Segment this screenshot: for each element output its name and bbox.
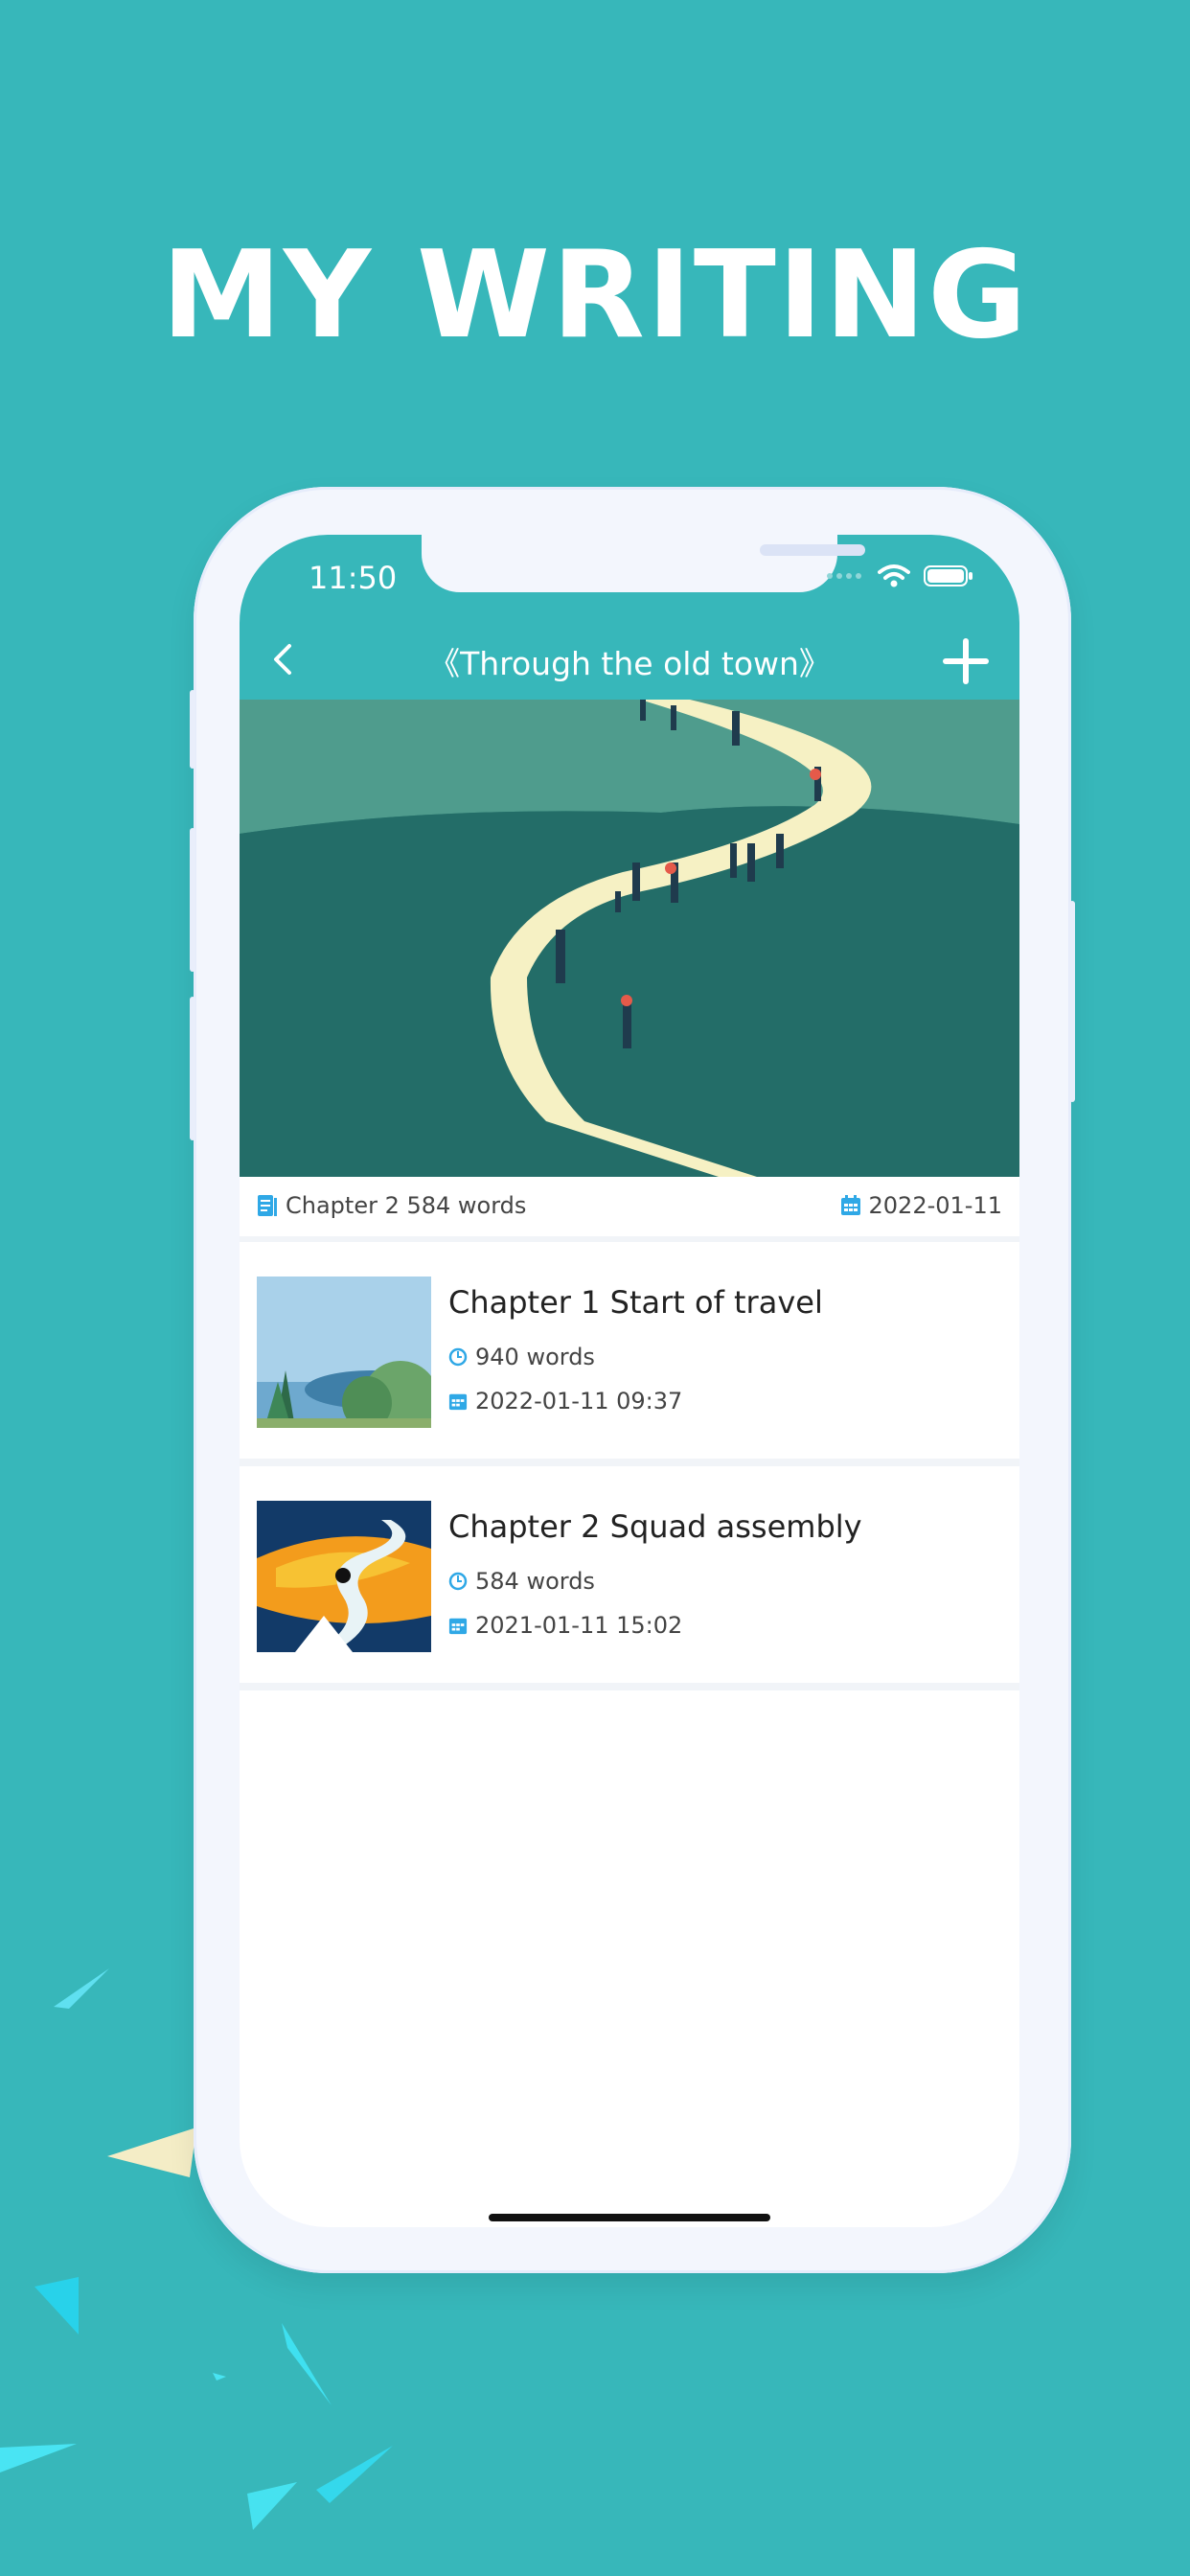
phone-side-button — [190, 828, 195, 972]
wifi-icon — [878, 564, 910, 587]
book-date: 2022-01-11 — [840, 1192, 1002, 1219]
notch — [422, 535, 865, 592]
chapter-datetime-text: 2021-01-11 15:02 — [475, 1612, 683, 1639]
chapter-words-text: 584 words — [475, 1568, 595, 1595]
speaker — [760, 544, 865, 556]
chapter-words-text: 940 words — [475, 1344, 595, 1370]
clock-icon — [448, 1347, 468, 1367]
calendar-icon — [448, 1393, 468, 1411]
chapter-thumbnail — [257, 1501, 431, 1652]
book-cover-image — [240, 700, 1019, 1177]
chapter-word-count: 584 words — [448, 1568, 595, 1595]
home-indicator[interactable] — [489, 2214, 770, 2221]
phone-side-button — [190, 690, 195, 769]
status-time: 11:50 — [309, 560, 398, 596]
chapter-datetime-text: 2022-01-11 09:37 — [475, 1388, 683, 1414]
signal-icon — [827, 573, 861, 579]
document-icon — [258, 1195, 277, 1216]
chapter-title: Chapter 2 Squad assembly — [448, 1508, 862, 1545]
calendar-icon — [448, 1618, 468, 1635]
chapter-list-item[interactable]: Chapter 2 Squad assembly 584 words 2021-… — [240, 1466, 1019, 1690]
chapter-datetime: 2021-01-11 15:02 — [448, 1612, 682, 1639]
nav-bar: 11:50 《Through the old town》 — [240, 535, 1019, 700]
chapter-words-text: Chapter 2 584 words — [286, 1192, 527, 1219]
book-date-text: 2022-01-11 — [868, 1192, 1002, 1219]
chapter-list-item[interactable]: Chapter 1 Start of travel 940 words 2022… — [240, 1242, 1019, 1466]
plus-icon — [943, 638, 989, 684]
add-chapter-button[interactable] — [939, 634, 993, 688]
chapter-thumbnail — [257, 1276, 431, 1428]
phone-side-button — [190, 997, 195, 1140]
status-icons — [826, 564, 973, 588]
chapter-word-summary: Chapter 2 584 words — [257, 1192, 526, 1219]
chapter-word-count: 940 words — [448, 1344, 595, 1370]
chapter-title: Chapter 1 Start of travel — [448, 1284, 823, 1321]
book-summary-row: Chapter 2 584 words 2022-01-11 — [240, 1177, 1019, 1242]
phone-side-button — [1069, 901, 1075, 1102]
chapter-datetime: 2022-01-11 09:37 — [448, 1388, 682, 1414]
clock-icon — [448, 1572, 468, 1591]
promo-headline: MY WRITING — [161, 224, 1029, 365]
nav-title: 《Through the old town》 — [428, 645, 831, 682]
battery-icon — [924, 565, 973, 586]
app-screen: 11:50 《Through the old town》 Chapter 2 5… — [240, 535, 1019, 2227]
calendar-icon — [840, 1195, 860, 1215]
